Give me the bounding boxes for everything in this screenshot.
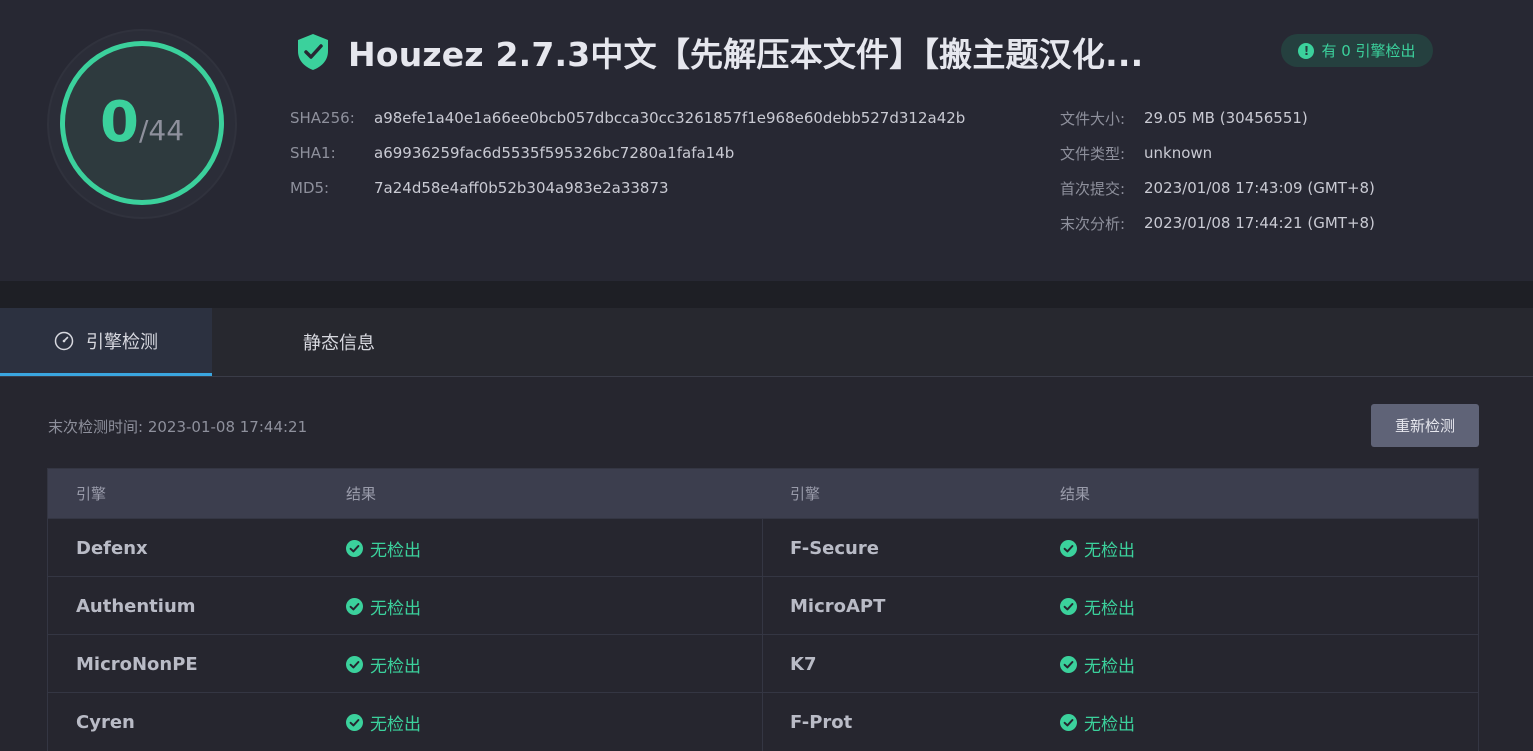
result-label: 无检出	[1084, 714, 1135, 735]
tab-label: 引擎检测	[86, 331, 158, 353]
hash-value[interactable]: a69936259fac6d5535f595326bc7280a1fafa14b	[374, 144, 734, 162]
engine-name: F-Secure	[790, 537, 879, 559]
tab-bar: 引擎检测 静态信息	[0, 308, 1533, 377]
engine-name: F-Prot	[790, 711, 853, 733]
last-scan-time: 末次检测时间: 2023-01-08 17:44:21	[48, 418, 308, 436]
hash-label: SHA256:	[290, 109, 355, 127]
detection-status-badge: ! 有 0 引擎检出	[1281, 34, 1433, 67]
hash-md5: MD5: 7a24d58e4aff0b52b304a983e2a33873	[290, 177, 669, 199]
meta-value: 2023/01/08 17:44:21 (GMT+8)	[1144, 214, 1375, 232]
rescan-button[interactable]: 重新检测	[1371, 404, 1479, 447]
hash-value[interactable]: a98efe1a40e1a66ee0bcb057dbcca30cc3261857…	[374, 109, 965, 127]
meta-label: 首次提交:	[1060, 179, 1126, 198]
check-circle-icon	[346, 713, 363, 731]
detection-status-text: 有 0 引擎检出	[1321, 42, 1416, 60]
engine-result: 无检出	[346, 635, 421, 693]
table-row: MicroNonPE 无检出 K7 无检出	[48, 634, 1478, 693]
result-label: 无检出	[1084, 656, 1135, 677]
meta-label: 文件类型:	[1060, 144, 1126, 163]
engine-result: 无检出	[346, 693, 421, 751]
detected-count: 0	[99, 90, 139, 155]
tab-label: 静态信息	[303, 333, 375, 354]
table-row: Authentium 无检出 MicroAPT 无检出	[48, 576, 1478, 635]
result-label: 无检出	[1084, 598, 1135, 619]
engine-result: 无检出	[1060, 577, 1135, 635]
table-row: Defenx 无检出 F-Secure 无检出	[48, 518, 1478, 577]
gauge-icon	[54, 331, 74, 350]
meta-label: 末次分析:	[1060, 214, 1126, 233]
check-circle-icon	[346, 539, 363, 557]
engine-name: Authentium	[76, 595, 196, 617]
hash-sha256: SHA256: a98efe1a40e1a66ee0bcb057dbcca30c…	[290, 107, 965, 129]
engine-result: 无检出	[1060, 519, 1135, 577]
detection-score: 0 /44	[60, 41, 224, 205]
result-label: 无检出	[370, 598, 421, 619]
engine-results-table: 引擎 结果 引擎 结果 Defenx 无检出 F-Secure 无检出 Auth…	[47, 468, 1479, 751]
engine-name: MicroNonPE	[76, 653, 198, 675]
meta-label: 文件大小:	[1060, 109, 1126, 128]
meta-last-analyzed: 末次分析: 2023/01/08 17:44:21 (GMT+8)	[1060, 212, 1375, 234]
file-title-row: Houzez 2.7.3中文【先解压本文件】【搬主题汉化...	[296, 30, 1143, 74]
column-header-result: 结果	[1060, 485, 1091, 503]
meta-value: 29.05 MB (30456551)	[1144, 109, 1308, 127]
file-summary-header: 0 /44 Houzez 2.7.3中文【先解压本文件】【搬主题汉化... ! …	[0, 0, 1533, 281]
column-header-engine: 引擎	[76, 485, 107, 503]
table-row: Cyren 无检出 F-Prot 无检出	[48, 692, 1478, 751]
result-label: 无检出	[370, 656, 421, 677]
engine-name: Defenx	[76, 537, 148, 559]
tab-engine-detection[interactable]: 引擎检测	[0, 308, 212, 376]
column-header-engine: 引擎	[790, 485, 821, 503]
engine-total: /44	[138, 113, 185, 147]
hash-value[interactable]: 7a24d58e4aff0b52b304a983e2a33873	[374, 179, 669, 197]
result-label: 无检出	[370, 714, 421, 735]
engine-result: 无检出	[1060, 693, 1135, 751]
check-circle-icon	[1060, 655, 1077, 673]
hash-label: MD5:	[290, 179, 330, 197]
meta-value: 2023/01/08 17:43:09 (GMT+8)	[1144, 179, 1375, 197]
column-header-result: 结果	[346, 485, 377, 503]
engine-result: 无检出	[346, 519, 421, 577]
table-header: 引擎 结果 引擎 结果	[48, 469, 1478, 518]
check-circle-icon	[1060, 713, 1077, 731]
hash-label: SHA1:	[290, 144, 336, 162]
check-circle-icon	[346, 655, 363, 673]
result-label: 无检出	[1084, 540, 1135, 561]
meta-first-submitted: 首次提交: 2023/01/08 17:43:09 (GMT+8)	[1060, 177, 1375, 199]
exclamation-icon: !	[1298, 42, 1315, 59]
meta-value: unknown	[1144, 144, 1213, 162]
check-circle-icon	[1060, 597, 1077, 615]
engine-result: 无检出	[1060, 635, 1135, 693]
check-circle-icon	[1060, 539, 1077, 557]
engine-name: Cyren	[76, 711, 135, 733]
engine-name: MicroAPT	[790, 595, 886, 617]
engine-name: K7	[790, 653, 817, 675]
meta-file-size: 文件大小: 29.05 MB (30456551)	[1060, 107, 1308, 129]
shield-check-icon	[298, 34, 328, 70]
hash-sha1: SHA1: a69936259fac6d5535f595326bc7280a1f…	[290, 142, 734, 164]
engine-result: 无检出	[346, 577, 421, 635]
tab-static-info[interactable]: 静态信息	[212, 308, 466, 376]
file-title: Houzez 2.7.3中文【先解压本文件】【搬主题汉化...	[348, 35, 1144, 74]
section-divider	[0, 281, 1533, 308]
meta-file-type: 文件类型: unknown	[1060, 142, 1212, 164]
check-circle-icon	[346, 597, 363, 615]
result-label: 无检出	[370, 540, 421, 561]
